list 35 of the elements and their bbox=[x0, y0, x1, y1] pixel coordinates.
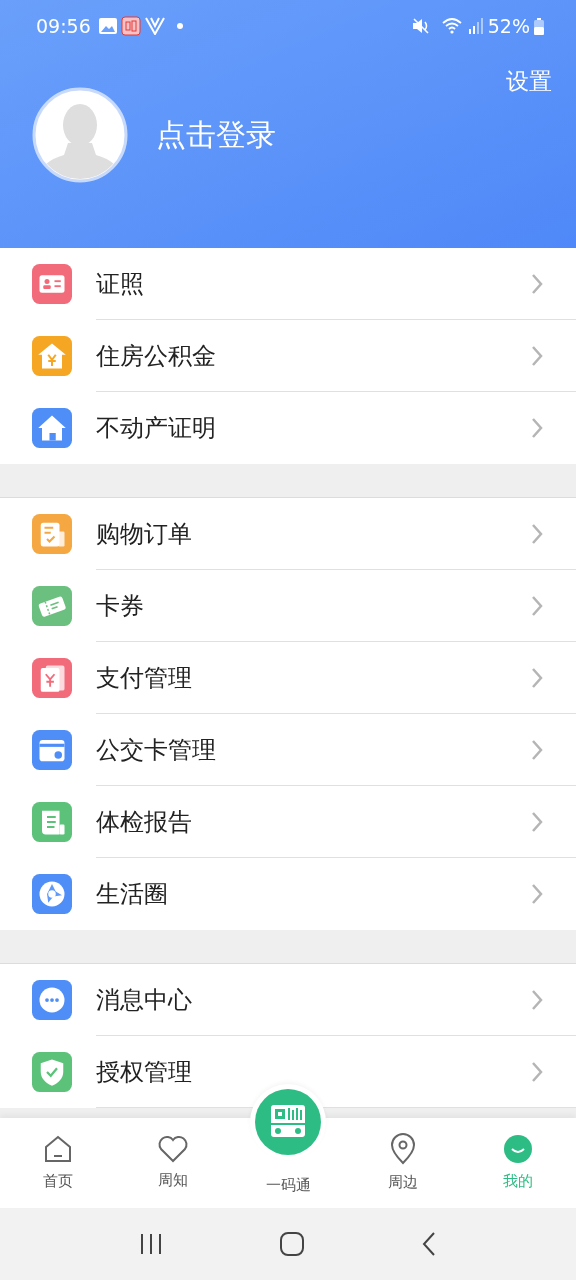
chevron-right-icon bbox=[530, 416, 544, 440]
tab-item[interactable]: 首页 bbox=[0, 1118, 116, 1208]
avatar-placeholder[interactable] bbox=[32, 86, 128, 183]
menu-item-label[interactable]: 住房公积金 bbox=[96, 337, 530, 374]
tab-item[interactable]: 周知 bbox=[115, 1118, 231, 1208]
recent-apps-icon[interactable] bbox=[138, 1233, 163, 1255]
back-icon[interactable] bbox=[421, 1231, 438, 1257]
battery-percent: 52% bbox=[487, 13, 530, 39]
chevron-right-icon bbox=[530, 882, 544, 906]
image-icon bbox=[98, 18, 117, 34]
signal-icon bbox=[467, 17, 484, 35]
dot-icon bbox=[176, 23, 183, 29]
home-icon bbox=[42, 1133, 73, 1164]
location-pin-icon bbox=[389, 1132, 418, 1165]
wifi-icon bbox=[441, 17, 464, 35]
app-notification-icon bbox=[120, 16, 141, 36]
menu-item-label[interactable]: 卡券 bbox=[96, 587, 530, 624]
menu-item-label[interactable]: 支付管理 bbox=[96, 659, 530, 696]
tab-item[interactable]: 周边 bbox=[345, 1118, 461, 1208]
menu-item-label[interactable]: 购物订单 bbox=[96, 515, 530, 552]
menu-item-label[interactable]: 公交卡管理 bbox=[96, 731, 530, 768]
menu-item-label[interactable]: 体检报告 bbox=[96, 803, 530, 840]
menu-item-label[interactable]: 生活圈 bbox=[96, 876, 530, 912]
menu-item-label[interactable]: 消息中心 bbox=[96, 981, 530, 1018]
status-time: 09:56 bbox=[36, 13, 91, 39]
mute-icon bbox=[411, 17, 430, 35]
menu-item-label[interactable]: 授权管理 bbox=[96, 1053, 530, 1090]
tab-label[interactable]: 一码通 bbox=[265, 1173, 311, 1196]
menu-item-label[interactable]: 证照 bbox=[96, 265, 530, 302]
home-button-icon[interactable] bbox=[280, 1232, 304, 1256]
qr-bus-icon bbox=[255, 1089, 321, 1155]
heart-icon bbox=[156, 1134, 189, 1163]
smile-icon bbox=[503, 1133, 534, 1164]
menu-item-label[interactable]: 不动产证明 bbox=[96, 410, 530, 446]
battery-icon bbox=[534, 17, 544, 35]
